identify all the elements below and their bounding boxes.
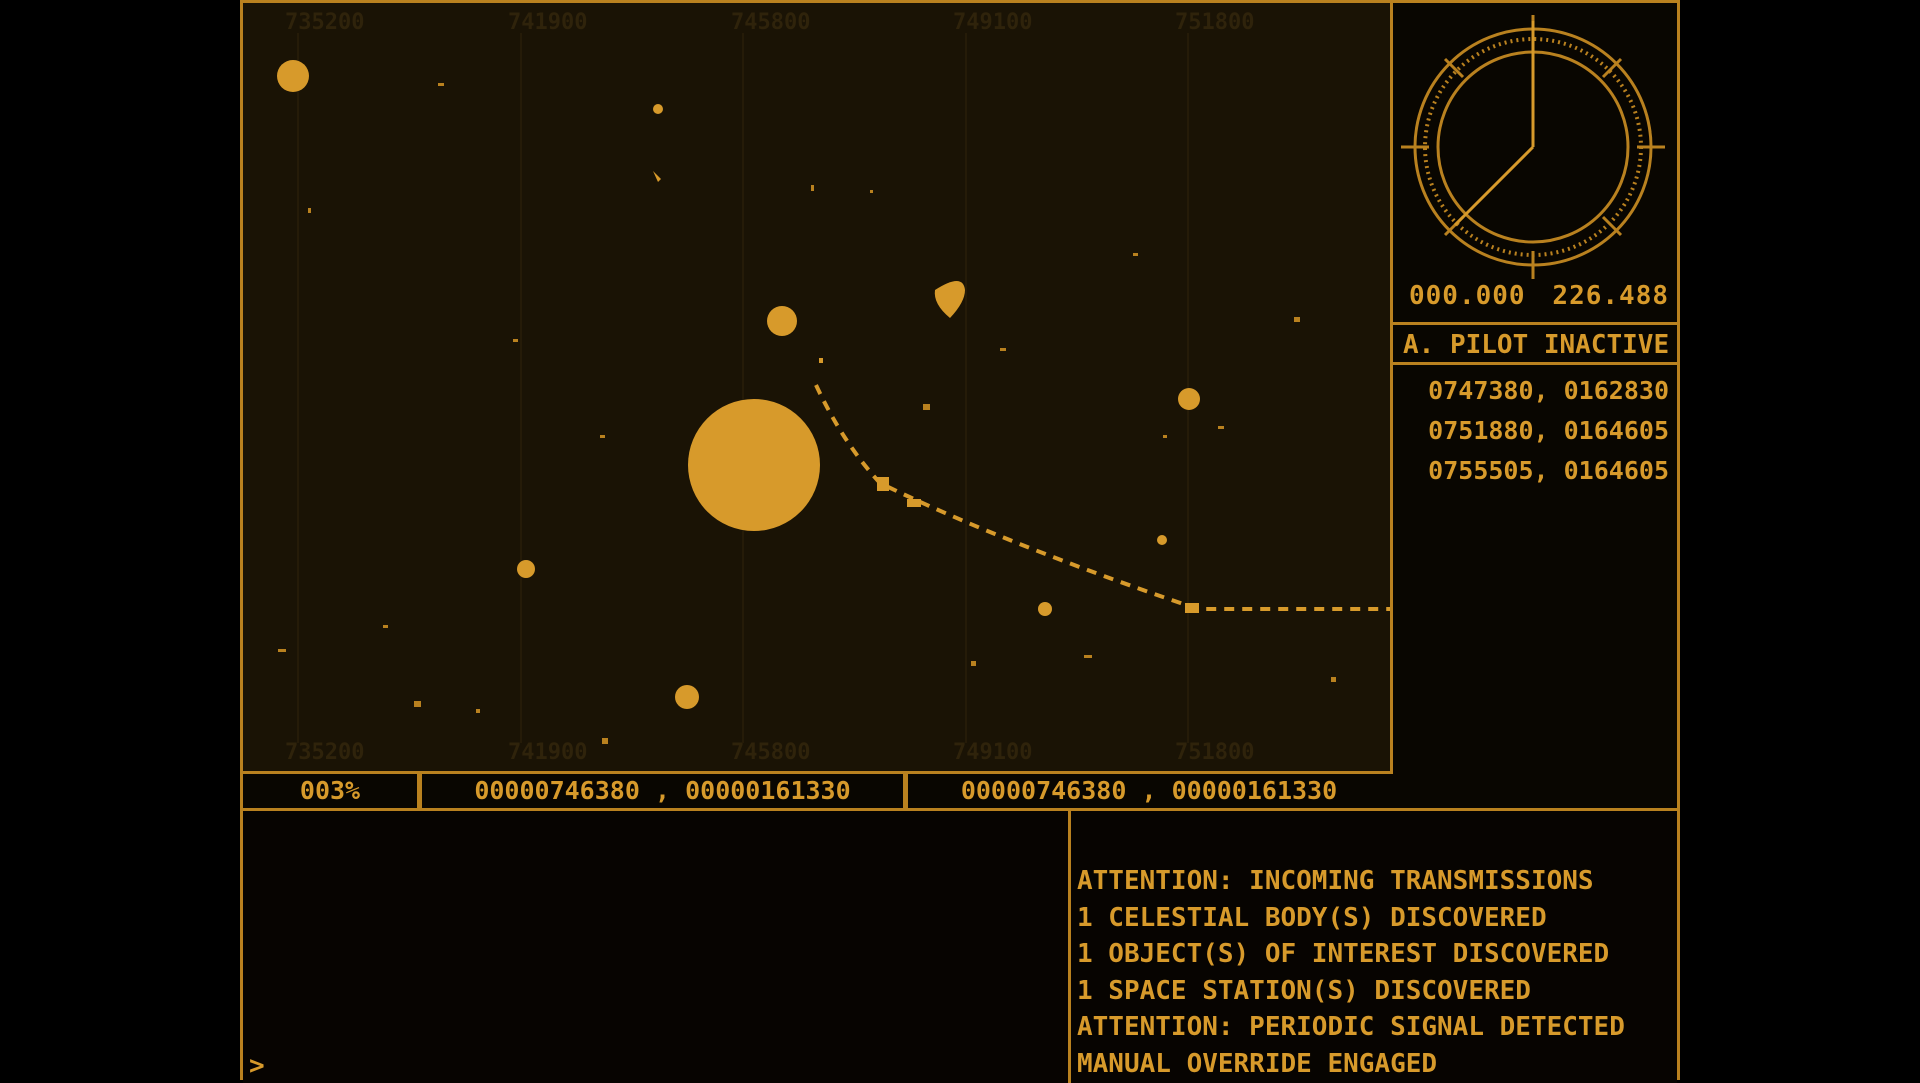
waypoint-marker[interactable] [907, 499, 921, 507]
waypoint-item[interactable]: 0747380, 0162830 [1393, 371, 1677, 411]
planet-icon[interactable] [688, 399, 820, 531]
cursor-coordinates: 00000746380 , 00000161330 [422, 774, 908, 808]
log-line: 1 SPACE STATION(S) DISCOVERED [1077, 975, 1531, 1006]
asteroid-icon[interactable] [277, 60, 309, 92]
asteroid-icon[interactable] [767, 306, 797, 336]
compass-panel: 000.000 226.488 [1393, 3, 1677, 325]
heading-left: 000.000 [1409, 281, 1526, 311]
waypoint-marker[interactable] [1185, 603, 1199, 613]
log-line: 1 CELESTIAL BODY(S) DISCOVERED [1077, 902, 1547, 933]
asteroid-icon[interactable] [675, 685, 699, 709]
message-log: ATTENTION: INCOMING TRANSMISSIONS 1 CELES… [1071, 811, 1677, 1083]
waypoint-list: 0747380, 0162830 0751880, 0164605 075550… [1393, 371, 1677, 491]
asteroid-icon[interactable] [934, 281, 965, 318]
star-map[interactable]: 735200 741900 745800 749100 751800 73520… [243, 3, 1393, 771]
waypoint-marker[interactable] [877, 477, 889, 491]
zoom-level[interactable]: 003% [243, 774, 422, 808]
log-line: 1 OBJECT(S) OF INTEREST DISCOVERED [1077, 939, 1610, 969]
waypoint-item[interactable]: 0751880, 0164605 [1393, 411, 1677, 451]
cursor-y: 00000161330 [685, 776, 851, 805]
compass-needle-heading [1453, 145, 1535, 227]
heading-right: 226.488 [1552, 281, 1669, 311]
waypoint-item[interactable]: 0755505, 0164605 [1393, 451, 1677, 491]
grid-label-x: 741900 [508, 740, 587, 765]
grid-label-x: 735200 [285, 10, 364, 35]
grid-label-x: 751800 [1175, 10, 1254, 35]
log-line: ATTENTION: PERIODIC SIGNAL DETECTED [1077, 1012, 1625, 1042]
compass-icon [1401, 15, 1665, 279]
debris-icon [653, 171, 661, 182]
grid-label-x: 745800 [731, 10, 810, 35]
grid-lines [297, 33, 1189, 743]
ship-x: 00000746380 [960, 776, 1127, 805]
cursor-x: 00000746380 [474, 776, 640, 805]
coordinate-statusbar: 003% 00000746380 , 00000161330 000007463… [243, 771, 1393, 811]
coordinate-separator: , [654, 776, 671, 805]
debris-field [278, 83, 1336, 744]
autopilot-status[interactable]: A. PILOT INACTIVE [1393, 325, 1677, 365]
ship-y: 00000161330 [1171, 776, 1338, 805]
asteroid-icon[interactable] [517, 560, 535, 578]
log-line: MANUAL OVERRIDE ENGAGED [1077, 1048, 1438, 1079]
grid-label-x: 741900 [508, 10, 587, 35]
debris-icon [653, 104, 663, 114]
grid-label-x: 735200 [285, 740, 364, 765]
log-lines: ATTENTION: INCOMING TRANSMISSIONS 1 CELES… [1077, 863, 1625, 1082]
grid-label-x: 745800 [731, 740, 810, 765]
trajectory-path [814, 358, 1390, 611]
asteroid-icon[interactable] [1157, 535, 1167, 545]
log-line: ATTENTION: INCOMING TRANSMISSIONS [1077, 866, 1594, 896]
command-prompt[interactable]: > [249, 1051, 265, 1081]
grid-label-x: 749100 [953, 740, 1032, 765]
grid-label-x: 749100 [953, 10, 1032, 35]
star-map-canvas: 735200 741900 745800 749100 751800 73520… [277, 10, 1390, 765]
asteroid-icon[interactable] [1178, 388, 1200, 410]
command-console[interactable]: > [243, 811, 1071, 1083]
navigation-panel: 000.000 226.488 A. PILOT INACTIVE 074738… [1393, 3, 1677, 811]
grid-label-x: 751800 [1175, 740, 1254, 765]
ship-coordinates: 00000746380 , 00000161330 [908, 774, 1390, 808]
terminal-screen: 735200 741900 745800 749100 751800 73520… [240, 0, 1680, 1083]
asteroid-icon[interactable] [1038, 602, 1052, 616]
coordinate-separator: , [1141, 776, 1157, 805]
